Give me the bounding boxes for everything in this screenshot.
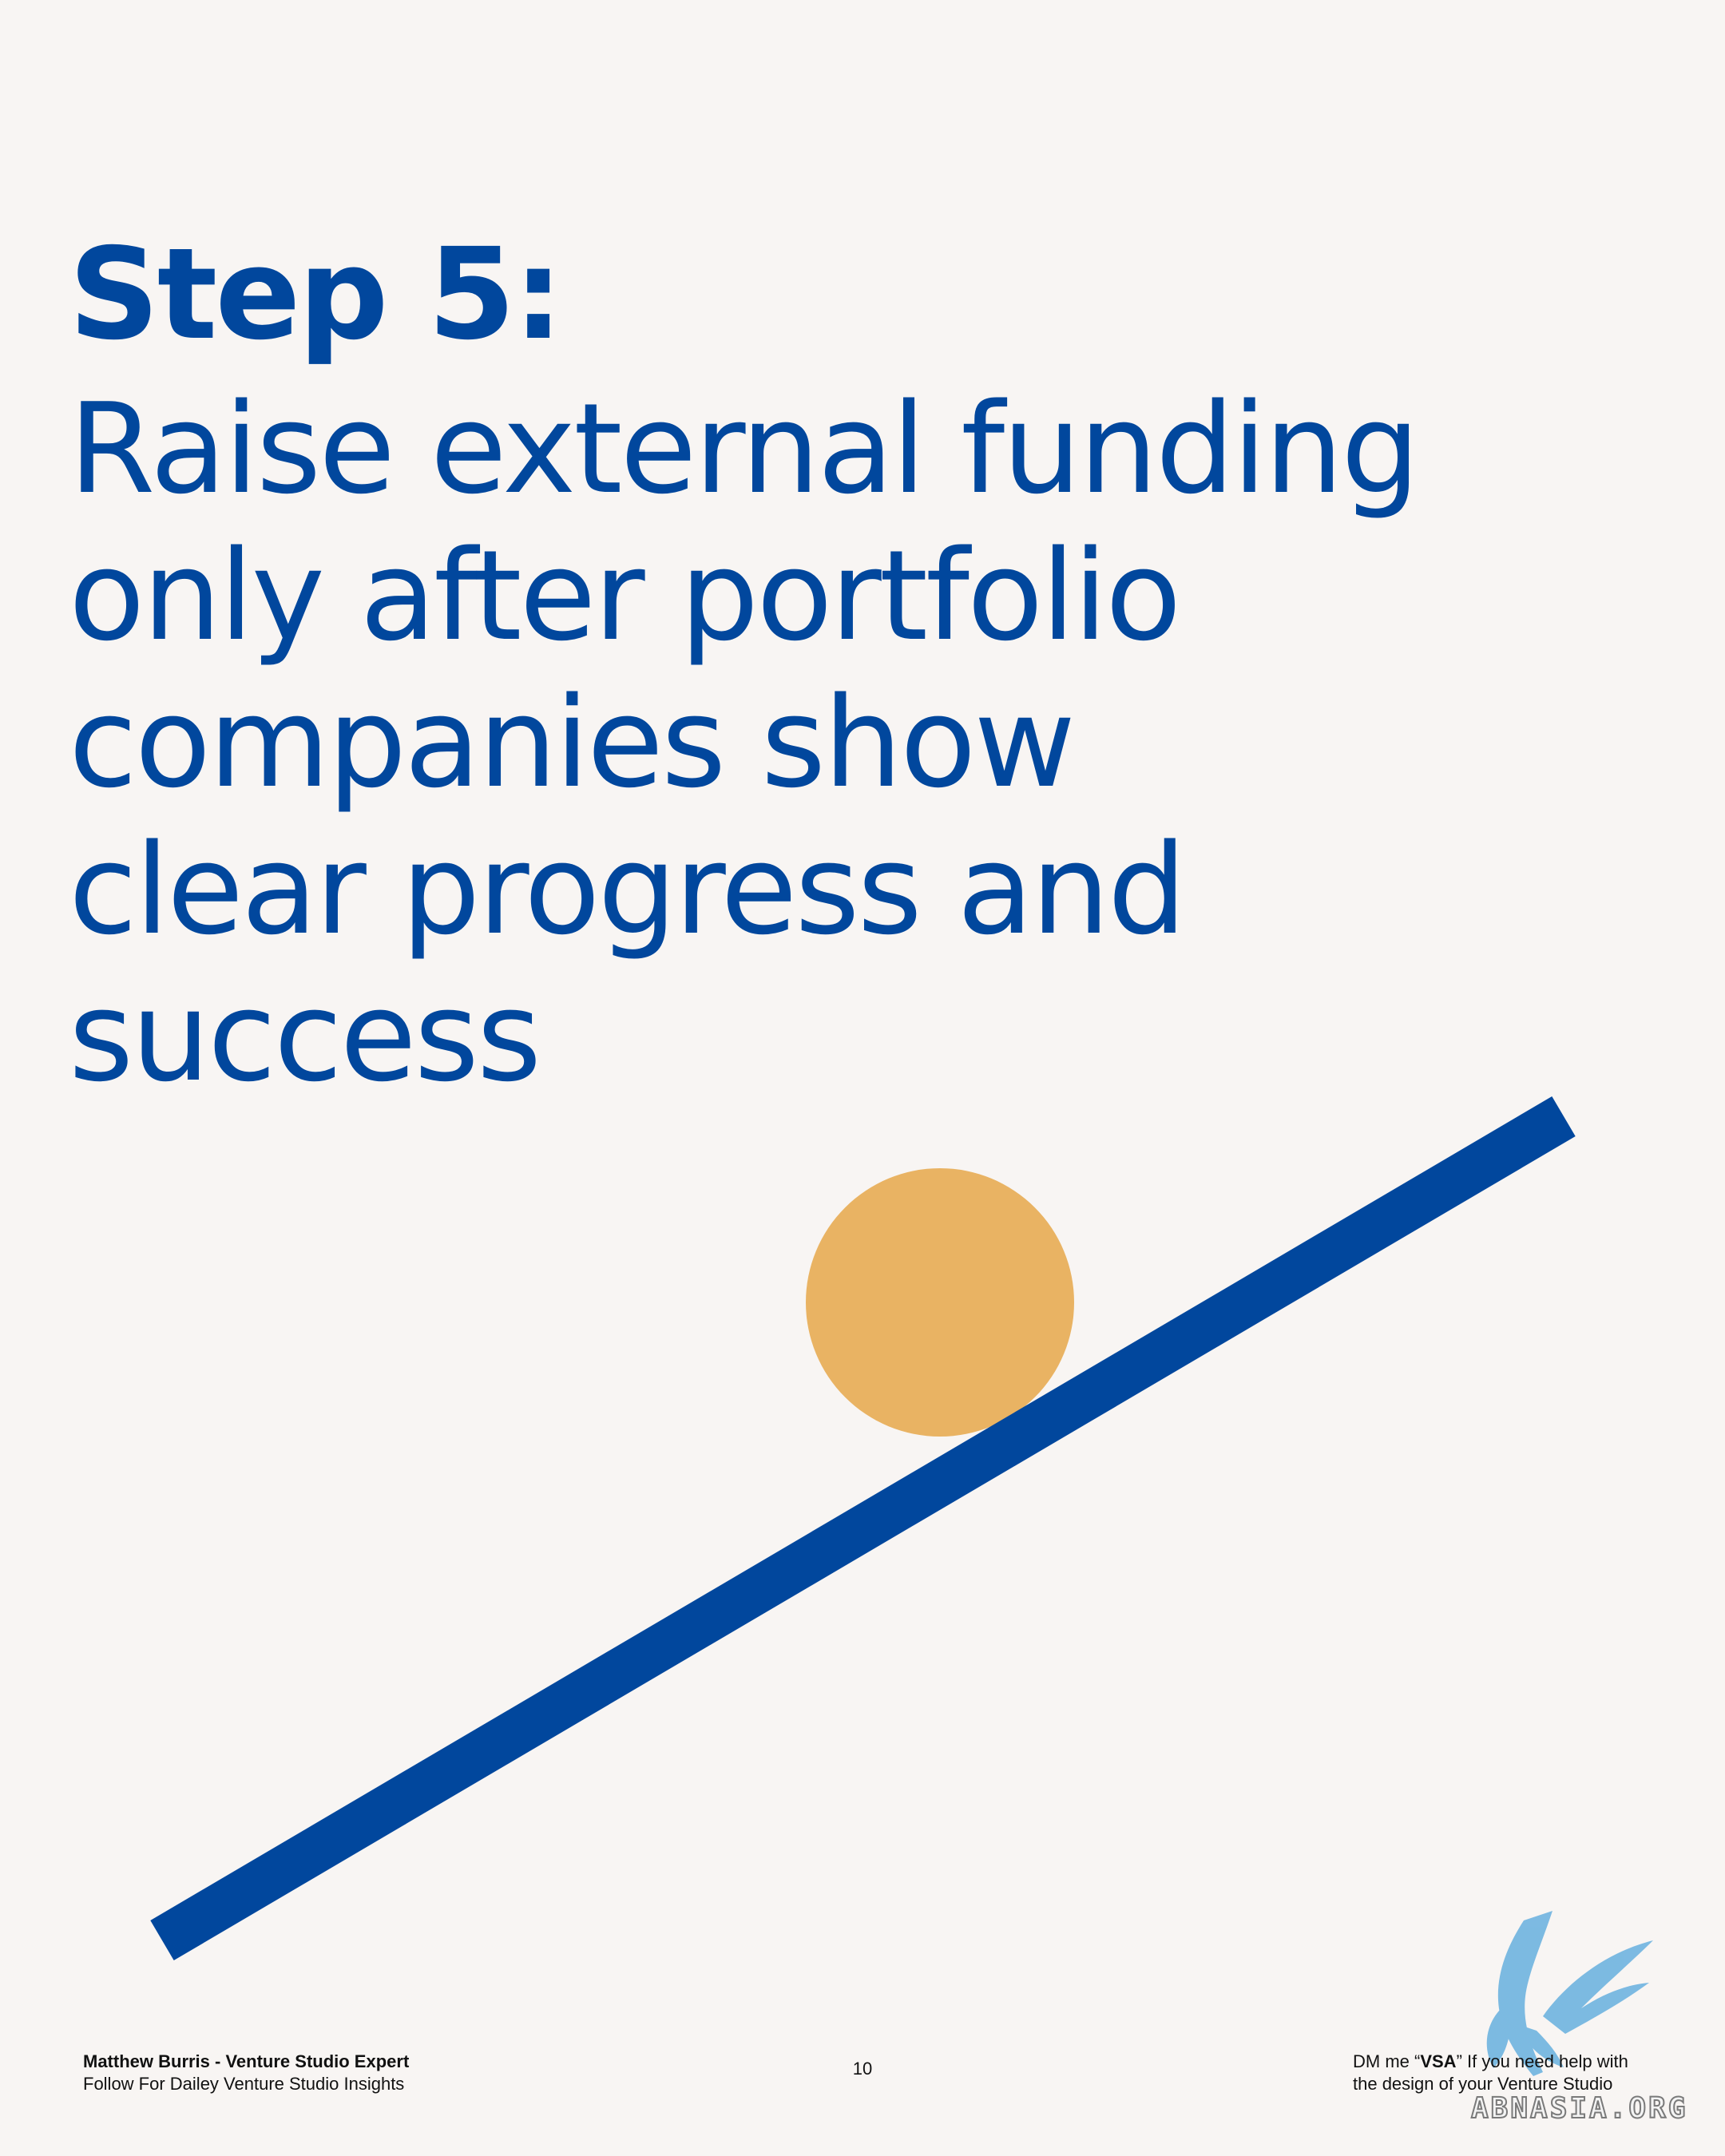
dm-line-1: DM me “VSA” If you need help with	[1353, 2051, 1628, 2073]
dm-suffix: ” If you need help with	[1456, 2051, 1628, 2071]
dm-prefix: DM me “	[1353, 2051, 1421, 2071]
watermark-text: ABNASIA.ORG	[1470, 2091, 1688, 2126]
page-number: 10	[852, 2059, 873, 2079]
orange-ball	[806, 1168, 1074, 1437]
dm-keyword: VSA	[1420, 2051, 1457, 2071]
author-tagline: Follow For Dailey Venture Studio Insight…	[83, 2074, 405, 2094]
footer-dm-block: DM me “VSA” If you need help with the de…	[1353, 2051, 1628, 2095]
ball-on-ramp-illustration	[150, 1096, 1576, 1960]
footer-author-block: Matthew Burris - Venture Studio Expert F…	[83, 2051, 409, 2095]
author-name: Matthew Burris - Venture Studio Expert	[83, 2051, 410, 2071]
